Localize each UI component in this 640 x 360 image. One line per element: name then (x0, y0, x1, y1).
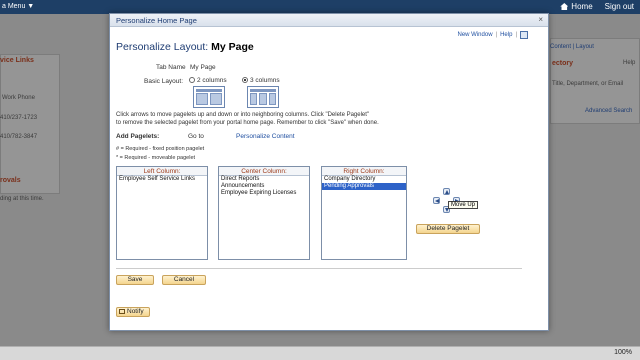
left-pagelet-bg (0, 54, 60, 194)
move-up-icon[interactable] (443, 188, 450, 195)
three-columns-option[interactable]: 3 columns (242, 77, 280, 84)
list-item[interactable]: Announcements (219, 183, 309, 190)
center-column-header: Center Column: (219, 167, 309, 176)
help-link[interactable]: Help (500, 32, 512, 38)
page-title: Personalize Layout: My Page (116, 41, 254, 53)
list-item-selected[interactable]: Pending Approvals (322, 183, 406, 190)
add-pagelets-label: Add Pagelets: (116, 133, 160, 140)
new-window-link[interactable]: New Window (458, 32, 493, 38)
instructions: Click arrows to move pagelets up and dow… (116, 112, 379, 126)
bg-section-links: vice Links (0, 57, 34, 64)
left-column-list[interactable]: Left Column: Employee Self Service Links (116, 166, 208, 260)
list-item[interactable]: Employee Expiring Licenses (219, 190, 309, 197)
close-icon[interactable]: × (538, 15, 543, 24)
dialog-titlebar: Personalize Home Page × (110, 14, 548, 27)
cancel-button[interactable]: Cancel (162, 275, 206, 285)
portal-header: a Menu ▼ Home Sign out (0, 0, 640, 14)
tab-name-label: Tab Name (156, 64, 186, 71)
two-columns-option[interactable]: 2 columns (189, 77, 227, 84)
move-left-icon[interactable] (433, 197, 440, 204)
bg-directory-hint: Title, Department, or Email (552, 81, 624, 87)
legend-moveable: * = Required - moveable pagelet (116, 155, 196, 161)
right-column-list[interactable]: Right Column: Company Directory Pending … (321, 166, 407, 260)
dialog-title: Personalize Home Page (116, 16, 197, 25)
three-columns-radio[interactable] (242, 77, 248, 83)
move-up-tooltip: Move Up (448, 201, 479, 209)
bg-section-approvals: rovals (0, 177, 21, 184)
home-link[interactable]: Home (560, 2, 593, 11)
home-icon (560, 3, 569, 10)
bg-approvals-text: ding at this time. (0, 196, 44, 202)
envelope-icon (119, 309, 125, 314)
dialog-top-links: New Window | Help | (458, 31, 528, 39)
signout-link[interactable]: Sign out (605, 2, 634, 11)
list-item[interactable]: Employee Self Service Links (117, 176, 207, 183)
divider (116, 268, 522, 269)
go-to-label: Go to (188, 133, 204, 140)
delete-pagelet-button[interactable]: Delete Pagelet (416, 224, 480, 234)
page-title-name: My Page (211, 41, 254, 53)
save-button[interactable]: Save (116, 275, 154, 285)
bg-content-layout: Content | Layout (550, 44, 594, 50)
zoom-level[interactable]: 100% (614, 349, 632, 356)
legend-fixed: # = Required - fixed position pagelet (116, 146, 205, 152)
list-item[interactable]: Company Directory (322, 176, 406, 183)
header-links: Home Sign out (560, 2, 634, 11)
tab-name-value: My Page (190, 64, 216, 71)
main-menu[interactable]: a Menu ▼ (2, 3, 34, 10)
bg-advanced-search: Advanced Search (585, 108, 633, 114)
personalize-content-link[interactable]: Personalize Content (236, 133, 295, 140)
notify-button[interactable]: Notify (116, 307, 150, 317)
bg-work-phone: Work Phone (2, 95, 35, 101)
two-columns-thumbnail[interactable] (193, 86, 225, 108)
bg-phone-1: 410/237-1723 (0, 115, 38, 121)
left-column-header: Left Column: (117, 167, 207, 176)
personalize-dialog: Personalize Home Page × New Window | Hel… (109, 13, 549, 331)
center-column-list[interactable]: Center Column: Direct Reports Announceme… (218, 166, 310, 260)
basic-layout-label: Basic Layout: (144, 78, 184, 85)
bg-phone-2: 410/782-3847 (0, 134, 38, 140)
bg-section-directory: ectory (552, 60, 574, 67)
browser-statusbar: 100% (0, 346, 640, 360)
list-item[interactable]: Direct Reports (219, 176, 309, 183)
right-column-header: Right Column: (322, 167, 406, 176)
personalize-page-icon[interactable] (520, 31, 528, 39)
bg-help: Help (623, 60, 636, 66)
two-columns-radio[interactable] (189, 77, 195, 83)
three-columns-thumbnail[interactable] (247, 86, 279, 108)
